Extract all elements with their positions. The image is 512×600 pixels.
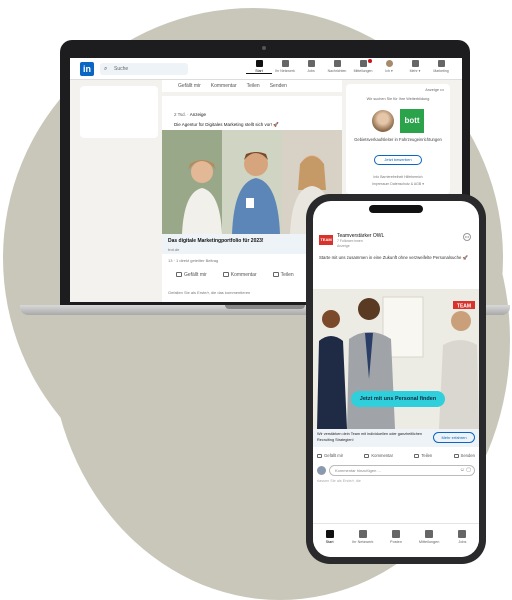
briefcase-icon	[307, 60, 315, 67]
promoted-label: Anzeige	[337, 244, 350, 248]
laptop-notch	[225, 305, 305, 309]
like-button[interactable]: Gefällt mir	[178, 83, 201, 89]
mobile-bottom-nav: Start Ihr Netzwerk Posten Mitteilungen J…	[313, 523, 479, 557]
comment-hint: Gefallen Sie als Erste/r, die das kommen…	[168, 290, 251, 295]
dynamic-island	[369, 205, 423, 213]
ad-headline: Wir suchen Sie für Ihre Weiterbildung	[366, 97, 430, 101]
thumbs-up-icon	[176, 272, 182, 278]
nav-item-notifications[interactable]: Mitteilungen	[350, 59, 376, 74]
share-icon	[272, 272, 279, 278]
post-icon	[391, 530, 400, 538]
comment-input[interactable]: Kommentar hinzufügen ...	[329, 465, 475, 476]
profile-card	[80, 86, 158, 138]
ad-title: Das digitale Marketingportfolio für 2023…	[168, 238, 264, 244]
bottom-nav-start[interactable]: Start	[315, 530, 345, 557]
user-avatar	[372, 110, 394, 132]
bell-icon	[425, 530, 434, 538]
ad-description: Gebietsverkaufsleiter in Fahrzeugeinrich…	[354, 137, 442, 142]
comment-icon	[364, 453, 370, 458]
mobile-post-actions: Gefällt mir Kommentar Teilen Senden	[317, 453, 475, 458]
nav-item-network[interactable]: Ihr Netzwerk	[272, 60, 298, 74]
comment-icon	[222, 272, 229, 278]
share-button[interactable]: Teilen	[247, 83, 260, 89]
linkedin-logo-icon[interactable]: in	[80, 62, 94, 76]
phone-screen: TEAM Teamverstärker OWL 7 Follower:innen…	[313, 201, 479, 557]
comment-button[interactable]: Kommentar	[364, 453, 393, 458]
network-icon	[358, 530, 367, 538]
notification-badge	[367, 59, 372, 63]
ad-label: Anzeige •••	[425, 88, 444, 92]
send-icon	[453, 453, 459, 458]
bottom-nav-notifications[interactable]: Mitteilungen	[414, 530, 444, 557]
sidebar-footer: Info Barrierefreiheit Hilfebereich Impre…	[346, 174, 450, 188]
home-icon	[325, 530, 334, 538]
comment-button[interactable]: Kommentar	[222, 272, 257, 278]
emoji-icon[interactable]: ☺ ▢	[460, 467, 471, 473]
send-button[interactable]: Senden	[453, 453, 475, 458]
laptop-camera	[262, 46, 266, 50]
like-button[interactable]: Gefällt mir	[176, 272, 207, 278]
ad-domain: trot.de	[168, 247, 180, 252]
mobile-post-text: Starte mit uns zusammen in eine Zukunft …	[319, 255, 468, 260]
comment-button[interactable]: Kommentar	[211, 83, 237, 89]
share-icon	[414, 453, 420, 458]
home-icon	[255, 60, 263, 67]
desktop-header: in ⌕ Suche Start Ihr Netzwerk Jobs Nachr…	[70, 58, 462, 80]
send-button[interactable]: Senden	[270, 83, 287, 89]
like-button[interactable]: Gefällt mir	[317, 453, 343, 458]
bottom-nav-network[interactable]: Ihr Netzwerk	[348, 530, 378, 557]
marketing-icon	[437, 60, 445, 67]
nav-item-more[interactable]: Mehr ▾	[402, 60, 428, 74]
bottom-nav-post[interactable]: Posten	[381, 530, 411, 557]
post-meta: 2 Tsd. · Anzeige	[174, 112, 206, 117]
post-text: Die Agentur für Digitales Marketing stel…	[174, 122, 279, 127]
search-icon: ⌕	[104, 66, 108, 72]
more-options-icon[interactable]: •••	[463, 233, 471, 241]
avatar	[317, 466, 326, 475]
share-button[interactable]: Teilen	[414, 453, 432, 458]
footer-links-2[interactable]: Impressum Datenschutz & AGB ▾	[346, 181, 450, 188]
footer-links-1[interactable]: Info Barrierefreiheit Hilfebereich	[346, 174, 450, 181]
mobile-ad-text: Wir verstärken dein Team mit individuell…	[317, 432, 423, 442]
thumbs-up-icon	[317, 453, 322, 458]
nav-item-messages[interactable]: Nachrichten	[324, 60, 350, 74]
briefcase-icon	[458, 530, 467, 538]
reaction-count[interactable]: 13 · 1 direkt geteilter Beitrag	[168, 258, 218, 263]
desktop-nav: Start Ihr Netzwerk Jobs Nachrichten Mitt…	[246, 59, 454, 74]
avatar-icon	[385, 60, 393, 67]
grid-icon	[411, 60, 419, 67]
comment-box: Kommentar hinzufügen ... ☺ ▢	[317, 465, 475, 477]
team-sign-text: TEAM	[457, 304, 471, 310]
search-placeholder: Suche	[114, 66, 129, 72]
nav-item-me[interactable]: Ich ▾	[376, 60, 402, 74]
mobile-ad-bar: Wir verstärken dein Team mit individuell…	[313, 429, 479, 447]
company-logo[interactable]: TEAM	[319, 235, 333, 245]
nav-item-marketing[interactable]: Marketing	[428, 60, 454, 74]
mobile-post-image[interactable]: TEAM Jetzt mit uns Personal finden	[313, 289, 479, 429]
cta-pill[interactable]: Jetzt mit uns Personal finden	[351, 391, 445, 407]
mobile-post-header: TEAM Teamverstärker OWL 7 Follower:innen…	[319, 231, 473, 255]
bell-icon	[359, 60, 367, 67]
team-illustration: TEAM	[313, 289, 479, 429]
post-actions: Gefällt mir Kommentar Teilen	[176, 272, 294, 278]
follower-count: 7 Follower:innen	[337, 239, 363, 243]
nav-item-jobs[interactable]: Jobs	[298, 60, 324, 74]
bottom-nav-jobs[interactable]: Jobs	[447, 530, 477, 557]
network-icon	[281, 60, 289, 67]
previous-post-actions: Gefällt mir Kommentar Teilen Senden	[162, 80, 342, 92]
chat-icon	[333, 60, 341, 67]
learn-more-button[interactable]: Mehr erfahren	[433, 432, 475, 443]
apply-button[interactable]: Jetzt bewerben	[374, 155, 422, 165]
company-logo: bott	[400, 109, 424, 133]
search-input[interactable]: ⌕ Suche	[100, 63, 188, 75]
comment-hint: rlassen Sie als Erste/r, die	[317, 479, 361, 483]
share-button[interactable]: Teilen	[272, 272, 294, 278]
nav-item-start[interactable]: Start	[246, 60, 272, 74]
